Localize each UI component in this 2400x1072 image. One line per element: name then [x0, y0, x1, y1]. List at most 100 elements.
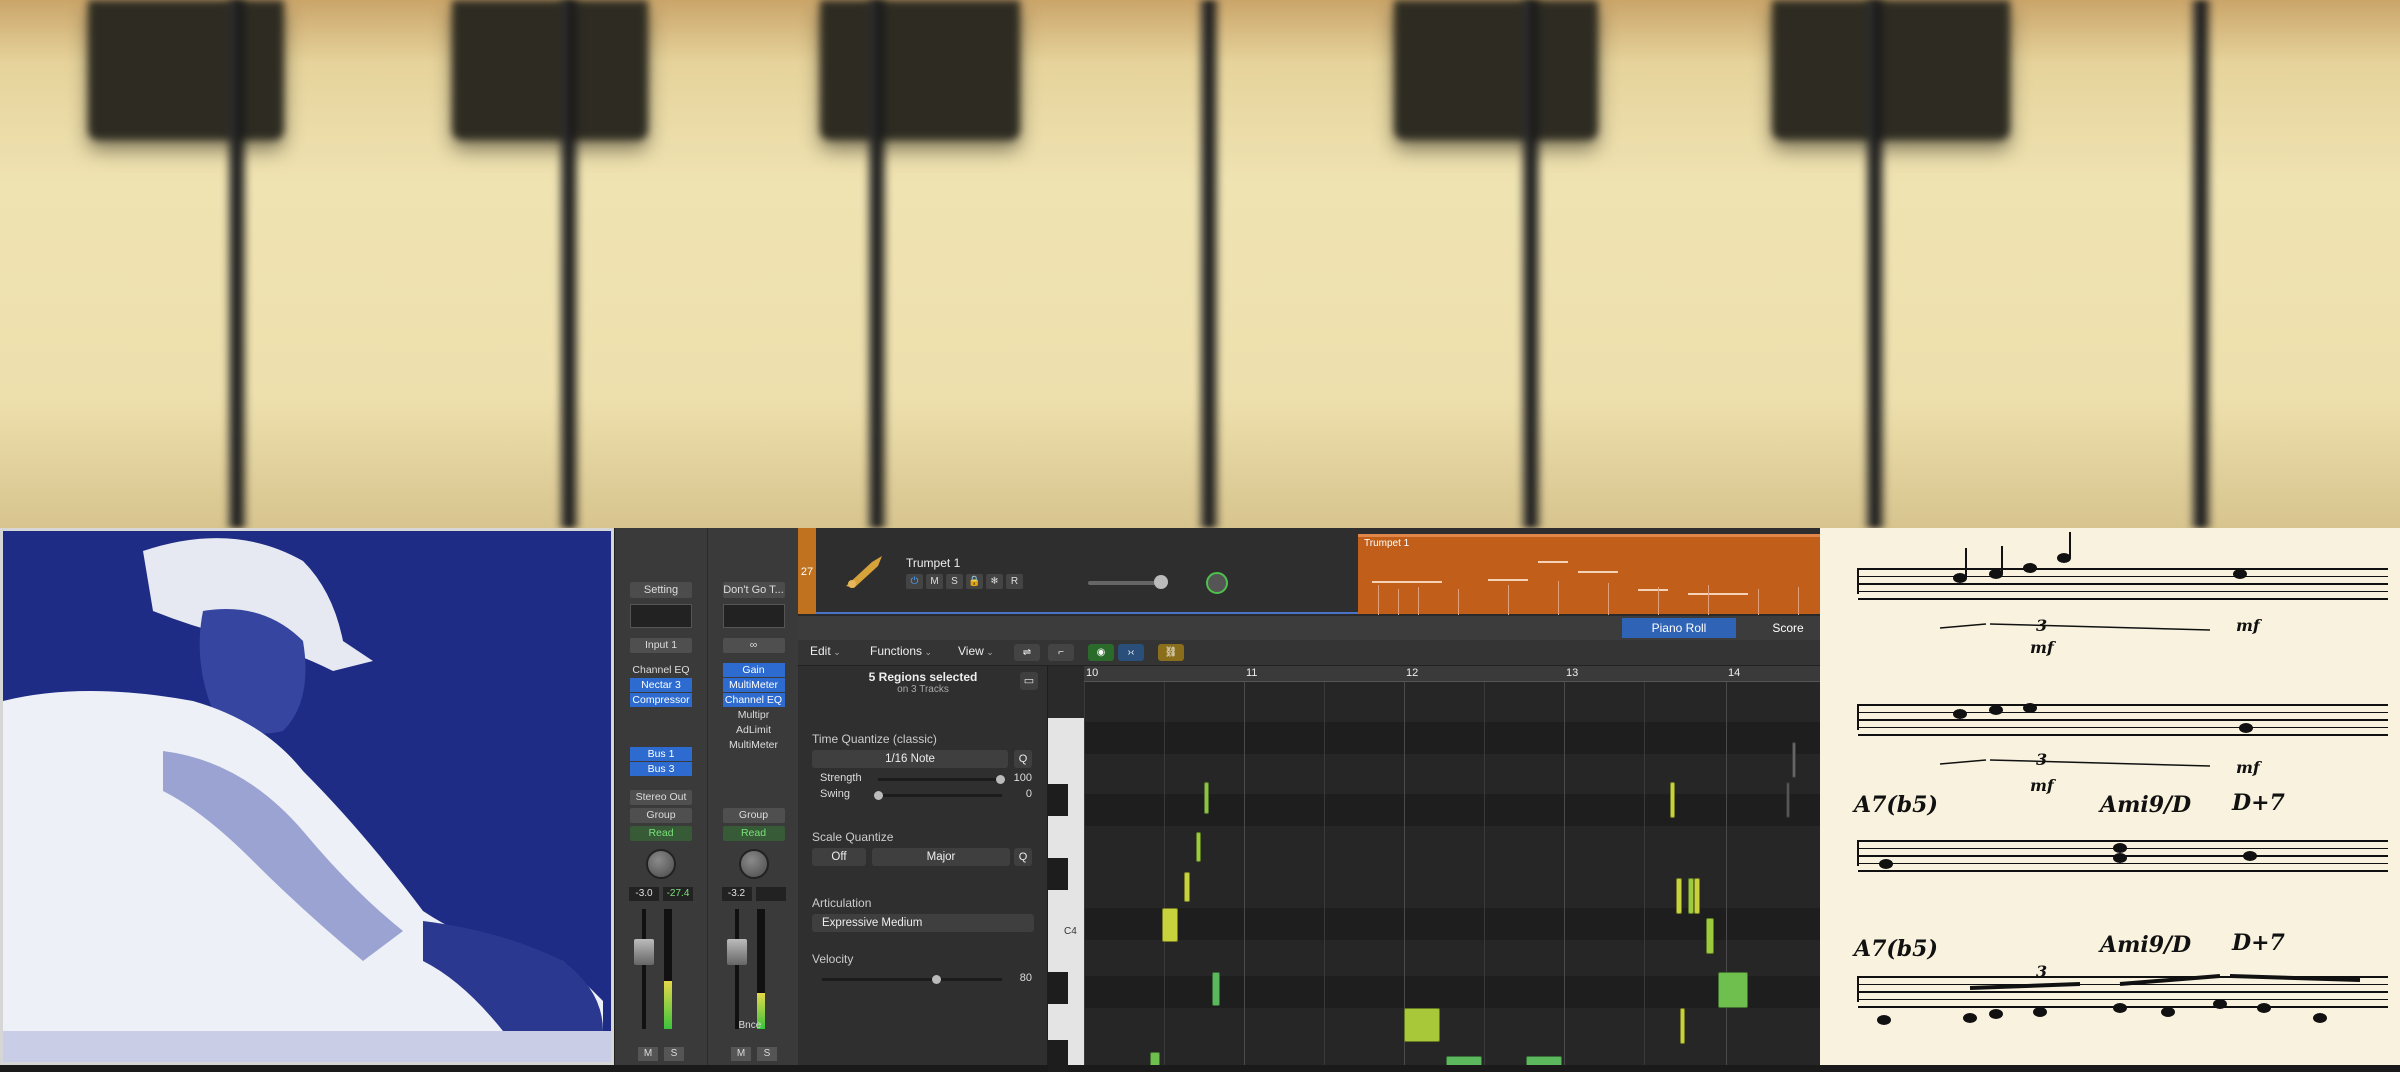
group-slot[interactable]: Group [630, 808, 692, 823]
midi-in-icon[interactable]: ◉ [1088, 644, 1114, 661]
strip-setting-button[interactable]: Setting [630, 582, 692, 598]
piano-roll-grid[interactable] [1084, 682, 1820, 1065]
inspector-toggle-icon[interactable]: ▭ [1020, 672, 1038, 690]
plugin-slot-adlimit[interactable]: AdLimit [723, 723, 785, 737]
plugin-slot-multipressor[interactable]: Multipr [723, 708, 785, 722]
catch-icon[interactable]: ⇌ [1014, 644, 1040, 661]
solo-button[interactable]: S [664, 1047, 684, 1061]
mute-button[interactable]: M [926, 574, 943, 589]
piano-black-key [452, 0, 648, 140]
midi-note[interactable] [1162, 908, 1178, 942]
eq-thumbnail[interactable] [630, 604, 692, 628]
swing-slider[interactable]: Swing 0 [812, 788, 1032, 802]
midi-note[interactable] [1150, 1052, 1160, 1065]
midi-note[interactable] [1694, 878, 1700, 914]
track-pan-knob[interactable] [1206, 572, 1228, 594]
automation-mode[interactable]: Read [722, 826, 785, 841]
input-slot[interactable]: Input 1 [630, 638, 692, 653]
plugin-slot-gain[interactable]: Gain [722, 663, 785, 677]
solo-button[interactable]: S [946, 574, 963, 589]
scale-quantize-scale-dropdown[interactable]: Major [872, 848, 1010, 866]
black-key[interactable] [1048, 972, 1068, 1004]
strength-label: Strength [820, 772, 862, 784]
strip-name[interactable]: Don't Go T... [722, 582, 785, 598]
strength-slider[interactable]: Strength 100 [812, 772, 1032, 786]
link-icon[interactable]: ∞ [722, 638, 785, 653]
midi-note[interactable] [1670, 782, 1675, 818]
articulation-title: Articulation [812, 896, 872, 910]
bounce-label[interactable]: Bnce [739, 1020, 762, 1031]
eq-thumbnail[interactable] [722, 604, 785, 628]
send-bus-3[interactable]: Bus 3 [630, 762, 692, 776]
midi-note[interactable] [1196, 832, 1201, 862]
mute-button[interactable]: M [731, 1047, 751, 1061]
midi-note[interactable] [1786, 782, 1790, 818]
black-key[interactable] [1048, 858, 1068, 890]
link-icon[interactable]: ⛓ [1158, 644, 1184, 661]
black-key[interactable] [1048, 784, 1068, 816]
black-key[interactable] [1048, 1040, 1068, 1072]
midi-region[interactable]: Trumpet 1 [1358, 534, 1820, 615]
menu-functions[interactable]: Functions [870, 644, 932, 658]
volume-readout: -3.0 [629, 887, 659, 901]
tab-piano-roll[interactable]: Piano Roll [1622, 618, 1736, 638]
articulation-dropdown[interactable]: Expressive Medium [812, 914, 1034, 932]
midi-note[interactable] [1446, 1056, 1482, 1065]
plugin-slot-nectar[interactable]: Nectar 3 [630, 678, 692, 692]
plugin-slot-compressor[interactable]: Compressor [630, 693, 692, 707]
plugin-slot-channel-eq[interactable]: Channel EQ [722, 693, 785, 707]
mixer-panel: Setting Input 1 Channel EQ Nectar 3 Comp… [614, 528, 798, 1065]
scale-quantize-q-button[interactable]: Q [1014, 848, 1032, 866]
fader-cap[interactable] [726, 939, 747, 965]
piano-roll-keyboard[interactable]: C4 [1048, 718, 1084, 1072]
piano-keys-photo [0, 0, 2400, 528]
piano-key-gap [864, 0, 890, 528]
pan-knob[interactable] [646, 849, 676, 879]
midi-note[interactable] [1404, 1008, 1440, 1042]
mute-button[interactable]: M [638, 1047, 658, 1061]
scale-quantize-off-dropdown[interactable]: Off [812, 848, 866, 866]
midi-note[interactable] [1526, 1056, 1562, 1065]
time-quantize-dropdown[interactable]: 1/16 Note [812, 750, 1008, 768]
bar-number: 10 [1086, 667, 1099, 679]
c4-label: C4 [1064, 926, 1077, 937]
menu-edit[interactable]: Edit [810, 644, 841, 658]
pan-knob[interactable] [738, 849, 769, 879]
group-slot[interactable]: Group [722, 808, 785, 823]
region-notes-preview [1372, 561, 1799, 615]
lock-icon[interactable]: 🔒 [966, 574, 983, 589]
freeze-icon[interactable]: ❄ [986, 574, 1003, 589]
automation-icon[interactable]: ⌐ [1048, 644, 1074, 661]
automation-mode[interactable]: Read [630, 826, 692, 841]
volume-readout: -3.2 [721, 887, 752, 901]
send-bus-1[interactable]: Bus 1 [630, 747, 692, 761]
output-slot[interactable]: Stereo Out [630, 790, 692, 805]
midi-note[interactable] [1706, 918, 1714, 954]
midi-note[interactable] [1212, 972, 1220, 1006]
midi-note[interactable] [1184, 872, 1190, 902]
menu-view[interactable]: View [958, 644, 994, 658]
volume-fader[interactable] [626, 909, 696, 1029]
track-name[interactable]: Trumpet 1 [906, 556, 960, 570]
plugin-slot-multimeter[interactable]: MultiMeter [722, 678, 785, 692]
tab-score[interactable]: Score [1758, 618, 1818, 638]
volume-fader[interactable]: Bnce [719, 909, 789, 1031]
plugin-slot-channel-eq[interactable]: Channel EQ [630, 663, 692, 677]
velocity-slider[interactable]: 80 [812, 972, 1032, 986]
track-volume-slider[interactable] [1088, 575, 1168, 589]
plugin-slot-multimeter-2[interactable]: MultiMeter [723, 738, 785, 752]
fader-cap[interactable] [634, 939, 654, 965]
midi-note[interactable] [1718, 972, 1748, 1008]
power-icon[interactable]: ⏻ [906, 574, 923, 589]
midi-note[interactable] [1680, 1008, 1685, 1044]
piano-black-key [88, 0, 284, 140]
time-quantize-q-button[interactable]: Q [1014, 750, 1032, 768]
collapse-icon[interactable]: ›‹ [1118, 644, 1144, 661]
midi-note[interactable] [1204, 782, 1209, 814]
strength-value: 100 [1013, 772, 1032, 784]
bar-ruler[interactable]: 10 11 12 13 14 [1084, 666, 1820, 682]
midi-note[interactable] [1676, 878, 1682, 914]
record-button[interactable]: R [1006, 574, 1023, 589]
midi-note[interactable] [1792, 742, 1796, 778]
solo-button[interactable]: S [757, 1047, 777, 1061]
